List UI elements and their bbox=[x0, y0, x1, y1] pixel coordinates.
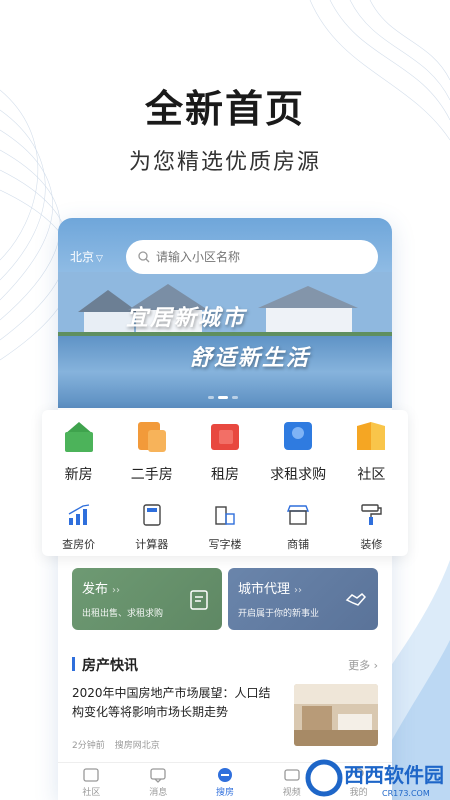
news-source: 搜房网北京 bbox=[114, 741, 160, 751]
pagination-dot-active bbox=[218, 396, 228, 399]
menu-item-label: 新房 bbox=[64, 467, 93, 483]
tab-search-house[interactable]: 搜房 bbox=[192, 763, 259, 800]
promo-arrows: ›› bbox=[112, 585, 121, 596]
community-tab-icon bbox=[83, 768, 100, 782]
hero-title: 全新首页 bbox=[144, 87, 305, 131]
search-icon bbox=[138, 251, 150, 263]
menu-item-label: 装修 bbox=[360, 538, 383, 551]
news-item-title: 2020年中国房地产市场展望：人口结构变化等将影响市场长期走势 bbox=[72, 686, 271, 719]
menu-item-label: 计算器 bbox=[135, 538, 169, 551]
tab-messages[interactable]: 消息 bbox=[125, 763, 192, 800]
more-label: 更多 bbox=[348, 659, 371, 672]
primary-menu-row: 新房 二手房 租房 求租求购 社区 bbox=[42, 418, 408, 484]
video-tab-icon bbox=[284, 769, 300, 781]
menu-item-label: 商铺 bbox=[287, 538, 310, 551]
tab-label: 消息 bbox=[149, 788, 168, 798]
shop-icon bbox=[287, 505, 310, 525]
menu-item-second-hand-house[interactable]: 二手房 bbox=[115, 418, 188, 484]
news-item[interactable]: 2020年中国房地产市场展望：人口结构变化等将影响市场长期走势 2分钟前 搜房网北… bbox=[72, 684, 378, 751]
second-hand-house-icon bbox=[137, 422, 166, 452]
news-item-meta: 2分钟前 搜房网北京 bbox=[72, 738, 160, 751]
menu-item-new-house[interactable]: 新房 bbox=[42, 418, 115, 484]
calculator-icon bbox=[143, 504, 161, 526]
city-selector[interactable]: 北京 ▽ bbox=[70, 248, 103, 265]
rent-house-icon bbox=[210, 424, 239, 450]
publish-card[interactable]: 发布 ›› 出租出售、求租求购 bbox=[72, 568, 222, 630]
pagination-dot bbox=[208, 396, 214, 399]
chevron-down-icon: ▽ bbox=[96, 254, 103, 264]
category-menu: 新房 二手房 租房 求租求购 社区 查房价 计算器 写字楼 商铺 装修 bbox=[42, 410, 408, 556]
banner-pagination bbox=[208, 396, 238, 399]
menu-item-office-building[interactable]: 写字楼 bbox=[188, 502, 261, 552]
search-house-tab-icon bbox=[217, 768, 232, 782]
news-more-link[interactable]: 更多 › bbox=[348, 657, 378, 673]
news-time: 2分钟前 bbox=[72, 741, 105, 751]
section-accent-bar bbox=[72, 657, 75, 671]
tab-community[interactable]: 社区 bbox=[58, 763, 125, 800]
promo-title-text: 发布 bbox=[82, 582, 109, 597]
banner-slogan-line1: 宜居新城市 bbox=[126, 306, 247, 331]
tab-label: 搜房 bbox=[215, 788, 234, 798]
site-watermark-logo: 西西软件园 CR173.COM bbox=[305, 759, 444, 798]
search-box[interactable] bbox=[126, 240, 378, 274]
menu-item-label: 二手房 bbox=[130, 467, 173, 483]
search-input[interactable] bbox=[156, 250, 356, 264]
menu-item-label: 查房价 bbox=[62, 538, 96, 551]
news-header: 房产快讯 更多 › bbox=[72, 654, 378, 674]
tab-label: 社区 bbox=[82, 788, 101, 798]
news-thumbnail-image bbox=[294, 684, 378, 746]
office-building-icon bbox=[215, 506, 235, 525]
menu-item-label: 写字楼 bbox=[208, 538, 242, 551]
publish-icon bbox=[190, 590, 208, 610]
watermark-brand: 西西软件园 bbox=[344, 763, 444, 787]
news-section-title: 房产快讯 bbox=[82, 658, 138, 674]
city-label: 北京 bbox=[70, 250, 95, 264]
menu-item-calculator[interactable]: 计算器 bbox=[115, 502, 188, 552]
community-icon bbox=[357, 422, 386, 450]
watermark-url: CR173.COM bbox=[382, 789, 430, 798]
banner-slogan-line2: 舒适新生活 bbox=[190, 346, 311, 371]
hero-subtitle: 为您精选优质房源 bbox=[128, 150, 321, 175]
tab-label: 视频 bbox=[282, 788, 301, 798]
price-chart-icon bbox=[68, 504, 89, 525]
menu-item-shop[interactable]: 商铺 bbox=[262, 502, 335, 552]
chevron-right-icon: › bbox=[373, 659, 378, 672]
paint-roller-icon bbox=[361, 504, 383, 525]
new-house-icon bbox=[64, 422, 93, 452]
message-tab-icon bbox=[150, 768, 166, 783]
banner[interactable]: 北京▽ 宜居新城市 舒适新生活 bbox=[58, 218, 392, 408]
menu-item-label: 租房 bbox=[210, 467, 239, 483]
menu-item-want-rent-buy[interactable]: 求租求购 bbox=[262, 418, 335, 484]
menu-item-community[interactable]: 社区 bbox=[335, 418, 408, 484]
menu-item-rent-house[interactable]: 租房 bbox=[188, 418, 261, 484]
promo-arrows: ›› bbox=[294, 585, 303, 596]
secondary-menu-row: 查房价 计算器 写字楼 商铺 装修 bbox=[42, 502, 408, 552]
menu-item-label: 求租求购 bbox=[270, 467, 327, 483]
city-agent-card[interactable]: 城市代理 ›› 开启属于你的新事业 bbox=[228, 568, 378, 630]
menu-item-label: 社区 bbox=[357, 467, 386, 483]
pagination-dot bbox=[232, 396, 238, 399]
handshake-icon bbox=[345, 592, 367, 606]
menu-item-decoration[interactable]: 装修 bbox=[335, 502, 408, 552]
promo-title-text: 城市代理 bbox=[238, 582, 291, 597]
menu-item-check-price[interactable]: 查房价 bbox=[42, 502, 115, 552]
want-rent-buy-icon bbox=[284, 422, 313, 450]
